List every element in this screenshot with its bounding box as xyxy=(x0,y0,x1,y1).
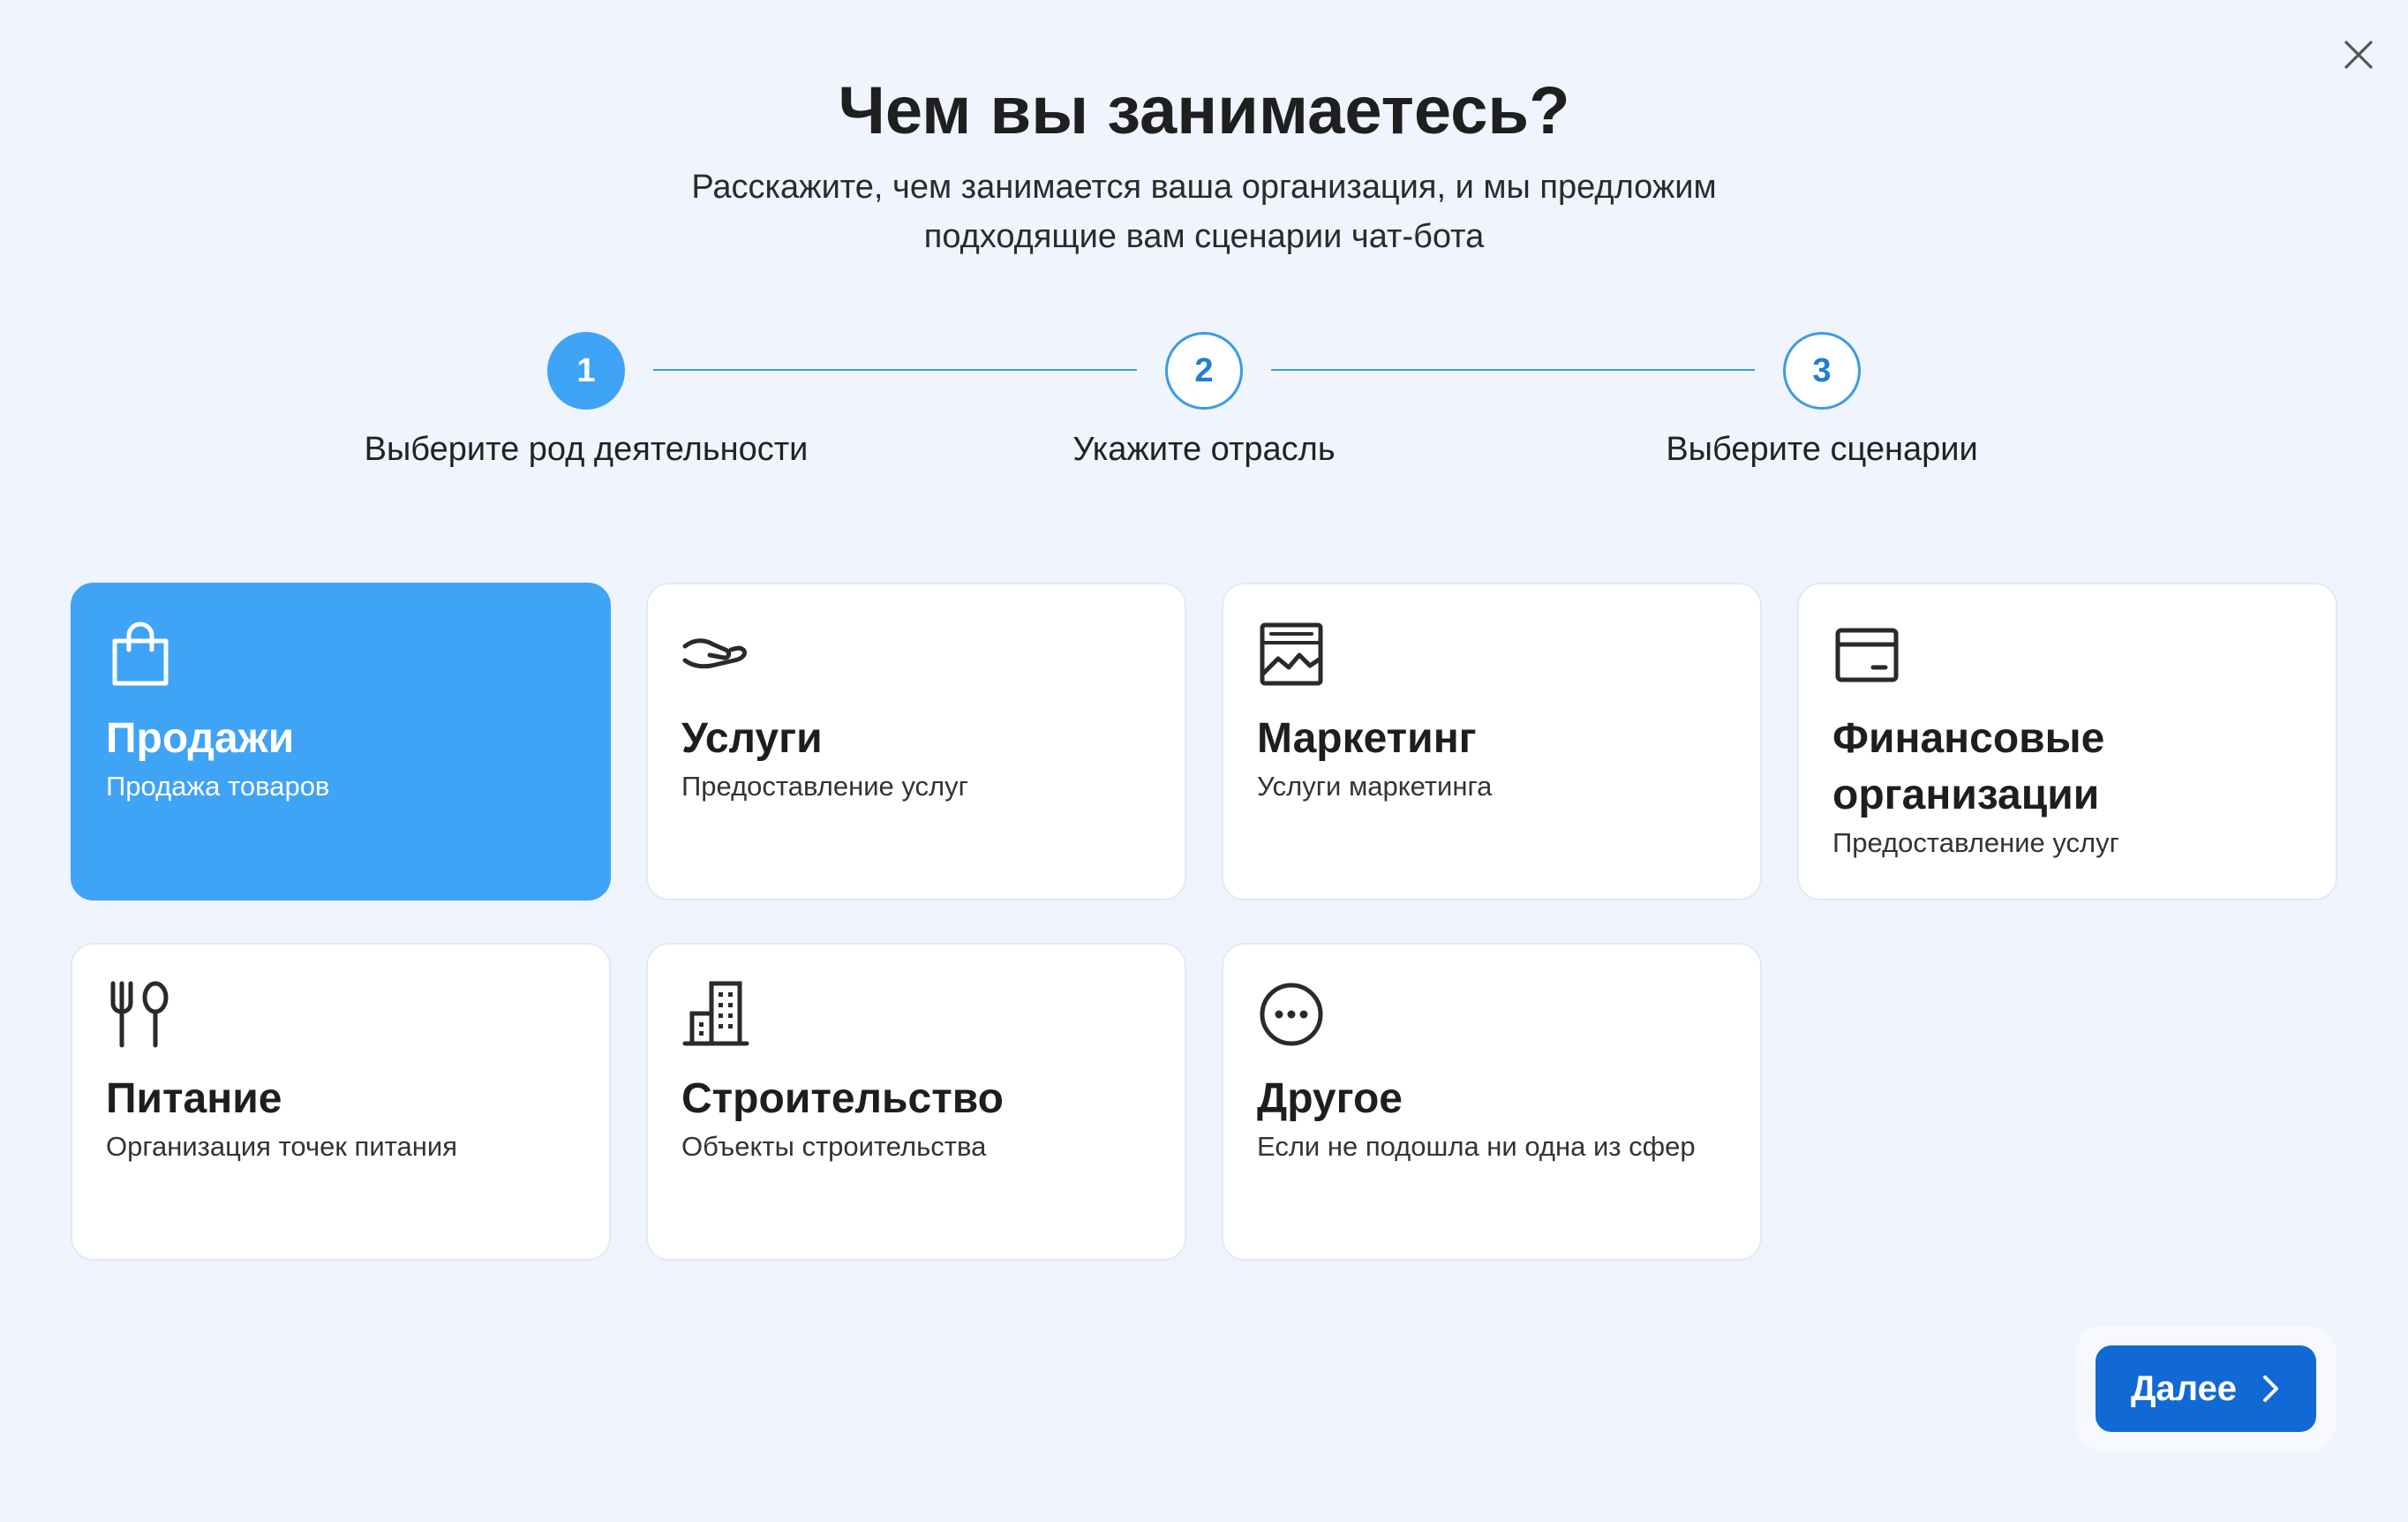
more-dots-icon xyxy=(1260,983,1323,1046)
subtitle-line-2: подходящие вам сценарии чат-бота xyxy=(923,218,1485,255)
card-title: Услуги xyxy=(681,715,823,762)
stepper-connector-2 xyxy=(1271,369,1755,371)
step-3-indicator: 3 xyxy=(1783,332,1861,410)
card-description: Предоставление услуг xyxy=(681,771,968,802)
card-title: Маркетинг xyxy=(1257,715,1477,762)
card-title-line-1: Финансовые xyxy=(1832,715,2105,762)
next-button-label: Далее xyxy=(2130,1368,2238,1408)
card-title: Другое xyxy=(1257,1075,1403,1122)
building-icon xyxy=(682,981,749,1046)
card-description: Объекты строительства xyxy=(681,1131,987,1162)
activity-card-marketing[interactable]: Маркетинг Услуги маркетинга xyxy=(1222,583,1762,900)
activity-card-food[interactable]: Питание Организация точек питания xyxy=(71,943,611,1261)
close-icon xyxy=(2344,41,2373,69)
card-description: Услуги маркетинга xyxy=(1257,771,1493,802)
credit-card-icon xyxy=(1835,628,1899,682)
card-title: Финансовые организации xyxy=(1832,711,2302,824)
hand-icon xyxy=(682,638,747,669)
activity-card-construction[interactable]: Строительство Объекты строительства xyxy=(646,943,1186,1261)
step-1-indicator: 1 xyxy=(547,332,625,410)
card-description: Если не подошла ни одна из сфер xyxy=(1257,1131,1696,1162)
shopping-bag-icon xyxy=(112,622,169,686)
chevron-right-icon xyxy=(2263,1375,2279,1402)
next-button[interactable]: Далее xyxy=(2096,1345,2316,1432)
activity-dialog: Чем вы занимаетесь? Расскажите, чем зани… xyxy=(0,0,2408,1522)
activity-card-services[interactable]: Услуги Предоставление услуг xyxy=(646,583,1186,900)
step-2-indicator: 2 xyxy=(1165,332,1243,410)
card-title-line-2: организации xyxy=(1832,772,2100,818)
activity-card-sales[interactable]: Продажи Продажа товаров xyxy=(71,583,611,900)
subtitle-line-1: Расскажите, чем занимается ваша организа… xyxy=(691,169,1717,206)
card-title: Строительство xyxy=(681,1075,1004,1122)
card-description: Предоставление услуг xyxy=(1832,827,2119,858)
step-2-label: Укажите отрасль xyxy=(1072,431,1336,468)
activity-card-finance[interactable]: Финансовые организации Предоставление ус… xyxy=(1797,583,2337,900)
close-button[interactable] xyxy=(2337,34,2380,76)
activity-card-other[interactable]: Другое Если не подошла ни одна из сфер xyxy=(1222,943,1762,1261)
card-description: Организация точек питания xyxy=(106,1131,457,1162)
step-1-label: Выберите род деятельности xyxy=(364,431,809,468)
card-title: Продажи xyxy=(106,715,295,762)
dialog-subtitle: Расскажите, чем занимается ваша организа… xyxy=(630,162,1778,261)
card-title: Питание xyxy=(106,1075,282,1122)
stepper-connector-1 xyxy=(653,369,1137,371)
step-3-label: Выберите сценарии xyxy=(1666,431,1978,468)
fork-spoon-icon xyxy=(110,981,169,1048)
chart-window-icon xyxy=(1260,622,1323,686)
dialog-title: Чем вы занимаетесь? xyxy=(838,73,1570,148)
card-description: Продажа товаров xyxy=(106,771,330,802)
